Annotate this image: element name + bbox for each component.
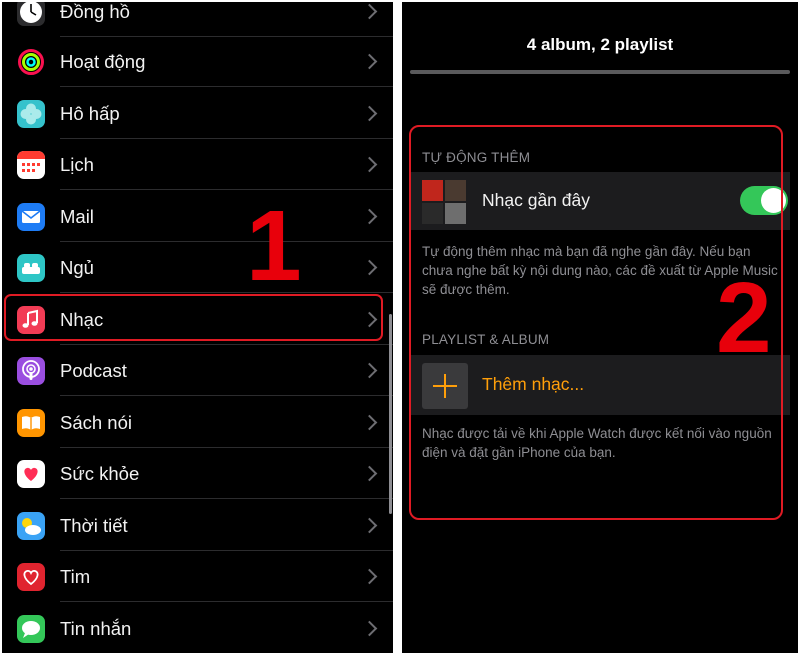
row-separator (60, 292, 393, 293)
settings-row-label: Hô hấp (60, 102, 120, 124)
scrollbar[interactable] (389, 314, 392, 514)
settings-row[interactable]: Thời tiết (2, 500, 393, 551)
settings-row[interactable]: Tin nhắn (2, 603, 393, 653)
highlight-music-row (4, 294, 383, 341)
page-title: 4 album, 2 playlist (526, 35, 674, 54)
heart-icon (17, 459, 45, 488)
calendar-icon (17, 150, 45, 179)
audiobook-icon (17, 408, 45, 437)
settings-row[interactable]: Podcast (2, 345, 393, 396)
settings-row-label: Sức khỏe (60, 462, 140, 484)
chevron-right-icon (361, 208, 378, 225)
clock-icon (17, 2, 45, 26)
header-divider (410, 70, 790, 74)
settings-row-label: Podcast (60, 359, 127, 381)
podcast-icon (17, 356, 45, 385)
settings-row-label: Tim (60, 565, 91, 587)
chevron-right-icon (361, 568, 378, 585)
step-1-marker: 1 (246, 190, 302, 302)
activity-rings-icon (17, 47, 45, 76)
chevron-right-icon (361, 620, 378, 637)
chevron-right-icon (361, 53, 378, 70)
settings-row-label: Hoạt động (60, 50, 146, 72)
row-separator (60, 601, 393, 602)
settings-row[interactable]: Ngủ (2, 242, 393, 293)
settings-row[interactable]: Sức khỏe (2, 448, 393, 499)
panel-divider (396, 0, 399, 655)
settings-row-label: Lịch (60, 153, 94, 175)
chevron-right-icon (361, 105, 378, 122)
row-separator (60, 498, 393, 499)
step-2-marker: 2 (716, 262, 772, 374)
chevron-right-icon (361, 3, 378, 20)
weather-icon (17, 511, 45, 540)
settings-row-label: Tin nhắn (60, 617, 132, 639)
heart-rate-icon (17, 562, 45, 591)
breathe-icon (17, 99, 45, 128)
settings-row[interactable]: Mail (2, 191, 393, 242)
settings-row-label: Mail (60, 205, 94, 227)
settings-row[interactable]: Sách nói (2, 397, 393, 448)
settings-row-label: Đồng hồ (60, 2, 130, 22)
chevron-right-icon (361, 465, 378, 482)
chevron-right-icon (361, 362, 378, 379)
chevron-right-icon (361, 259, 378, 276)
settings-row[interactable]: Tim (2, 551, 393, 602)
row-separator (60, 86, 393, 87)
settings-row[interactable]: Lịch (2, 139, 393, 190)
settings-row[interactable]: Đồng hồ (2, 2, 393, 37)
settings-row-label: Ngủ (60, 256, 94, 278)
chevron-right-icon (361, 414, 378, 431)
message-icon (17, 614, 45, 643)
settings-row-label: Thời tiết (60, 514, 128, 536)
settings-row[interactable]: Hoạt động (2, 36, 393, 87)
settings-row[interactable]: Hô hấp (2, 88, 393, 139)
settings-row-label: Sách nói (60, 411, 132, 433)
row-separator (60, 189, 393, 190)
chevron-right-icon (361, 156, 378, 173)
mail-icon (17, 202, 45, 231)
chevron-right-icon (361, 517, 378, 534)
row-separator (60, 395, 393, 396)
sleep-icon (17, 253, 45, 282)
